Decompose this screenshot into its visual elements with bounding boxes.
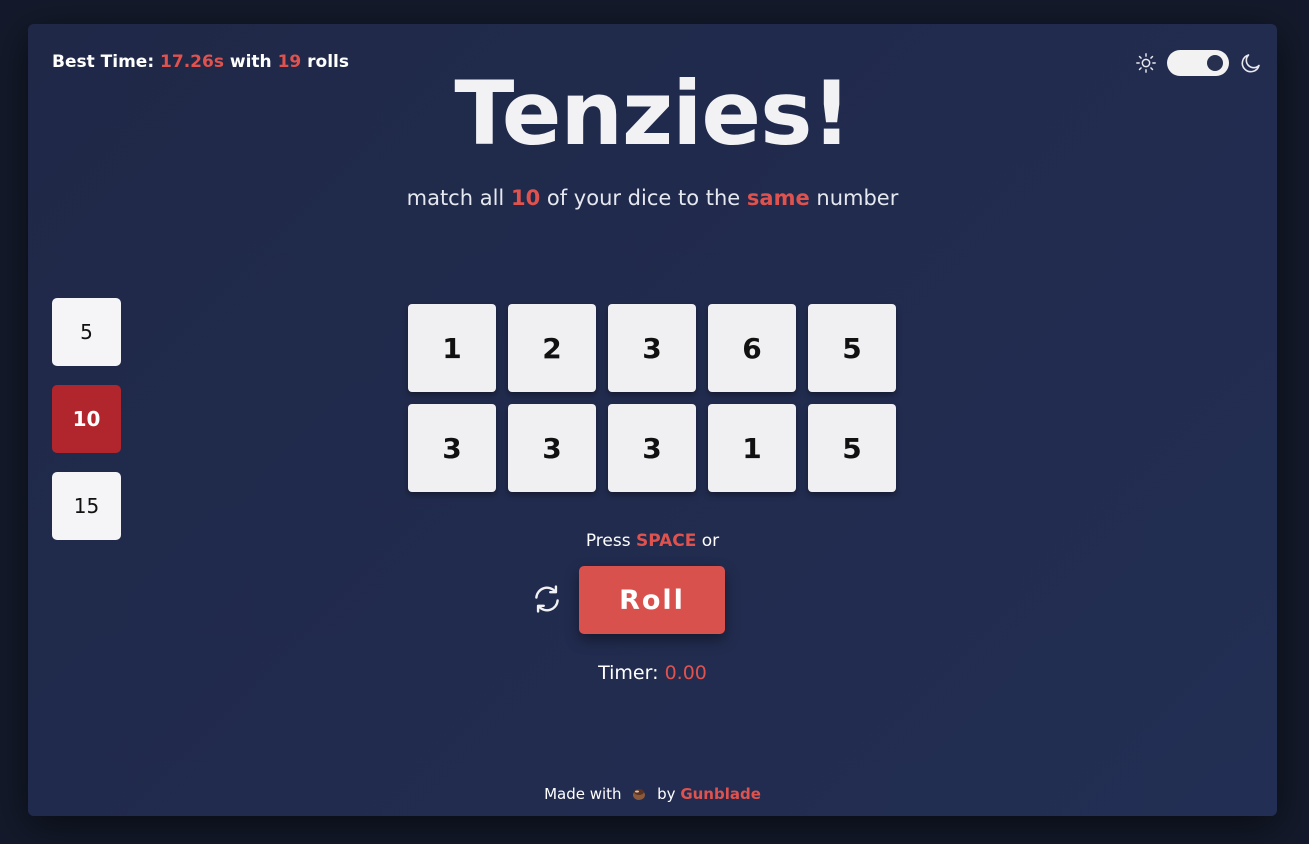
subtitle-count: 10	[510, 186, 541, 210]
footer-made-with: Made with	[544, 785, 622, 803]
subtitle: match all 10 of your dice to the same nu…	[28, 186, 1277, 210]
press-label: Press	[585, 531, 631, 551]
die[interactable]: 3	[408, 404, 496, 492]
die[interactable]: 5	[808, 404, 896, 492]
dice-count-selector: 5 10 15	[52, 298, 121, 540]
roll-button[interactable]: Roll	[579, 566, 725, 634]
subtitle-part1: match all	[406, 186, 505, 210]
author-link[interactable]: Gunblade	[680, 785, 761, 803]
timer-value: 0.00	[664, 662, 707, 684]
dice-count-option-5[interactable]: 5	[52, 298, 121, 366]
timer-label: Timer:	[598, 662, 659, 684]
die[interactable]: 2	[508, 304, 596, 392]
refresh-icon[interactable]	[530, 582, 564, 616]
page-title: Tenzies!	[454, 62, 851, 165]
timer: Timer: 0.00	[28, 662, 1277, 684]
subtitle-part2: of your dice to the	[546, 186, 741, 210]
die[interactable]: 3	[608, 304, 696, 392]
dice-grid: 1 2 3 6 5 3 3 3 1 5	[408, 304, 896, 492]
dice-count-option-15[interactable]: 15	[52, 472, 121, 540]
die[interactable]: 3	[608, 404, 696, 492]
footer-by: by	[657, 785, 676, 803]
subtitle-part3: number	[816, 186, 899, 210]
space-key: SPACE	[635, 531, 697, 551]
footer: Made with by Gunblade	[28, 784, 1277, 803]
die[interactable]: 6	[708, 304, 796, 392]
dice-count-option-10[interactable]: 10	[52, 385, 121, 453]
subtitle-same: same	[746, 186, 810, 210]
die[interactable]: 3	[508, 404, 596, 492]
or-label: or	[701, 531, 720, 551]
game-panel: Best Time: 17.26s with 19 rolls Tenzies!…	[28, 24, 1277, 816]
press-hint: Press SPACE or	[28, 531, 1277, 551]
die[interactable]: 1	[408, 304, 496, 392]
die[interactable]: 5	[808, 304, 896, 392]
coffee-icon	[633, 789, 646, 800]
die[interactable]: 1	[708, 404, 796, 492]
